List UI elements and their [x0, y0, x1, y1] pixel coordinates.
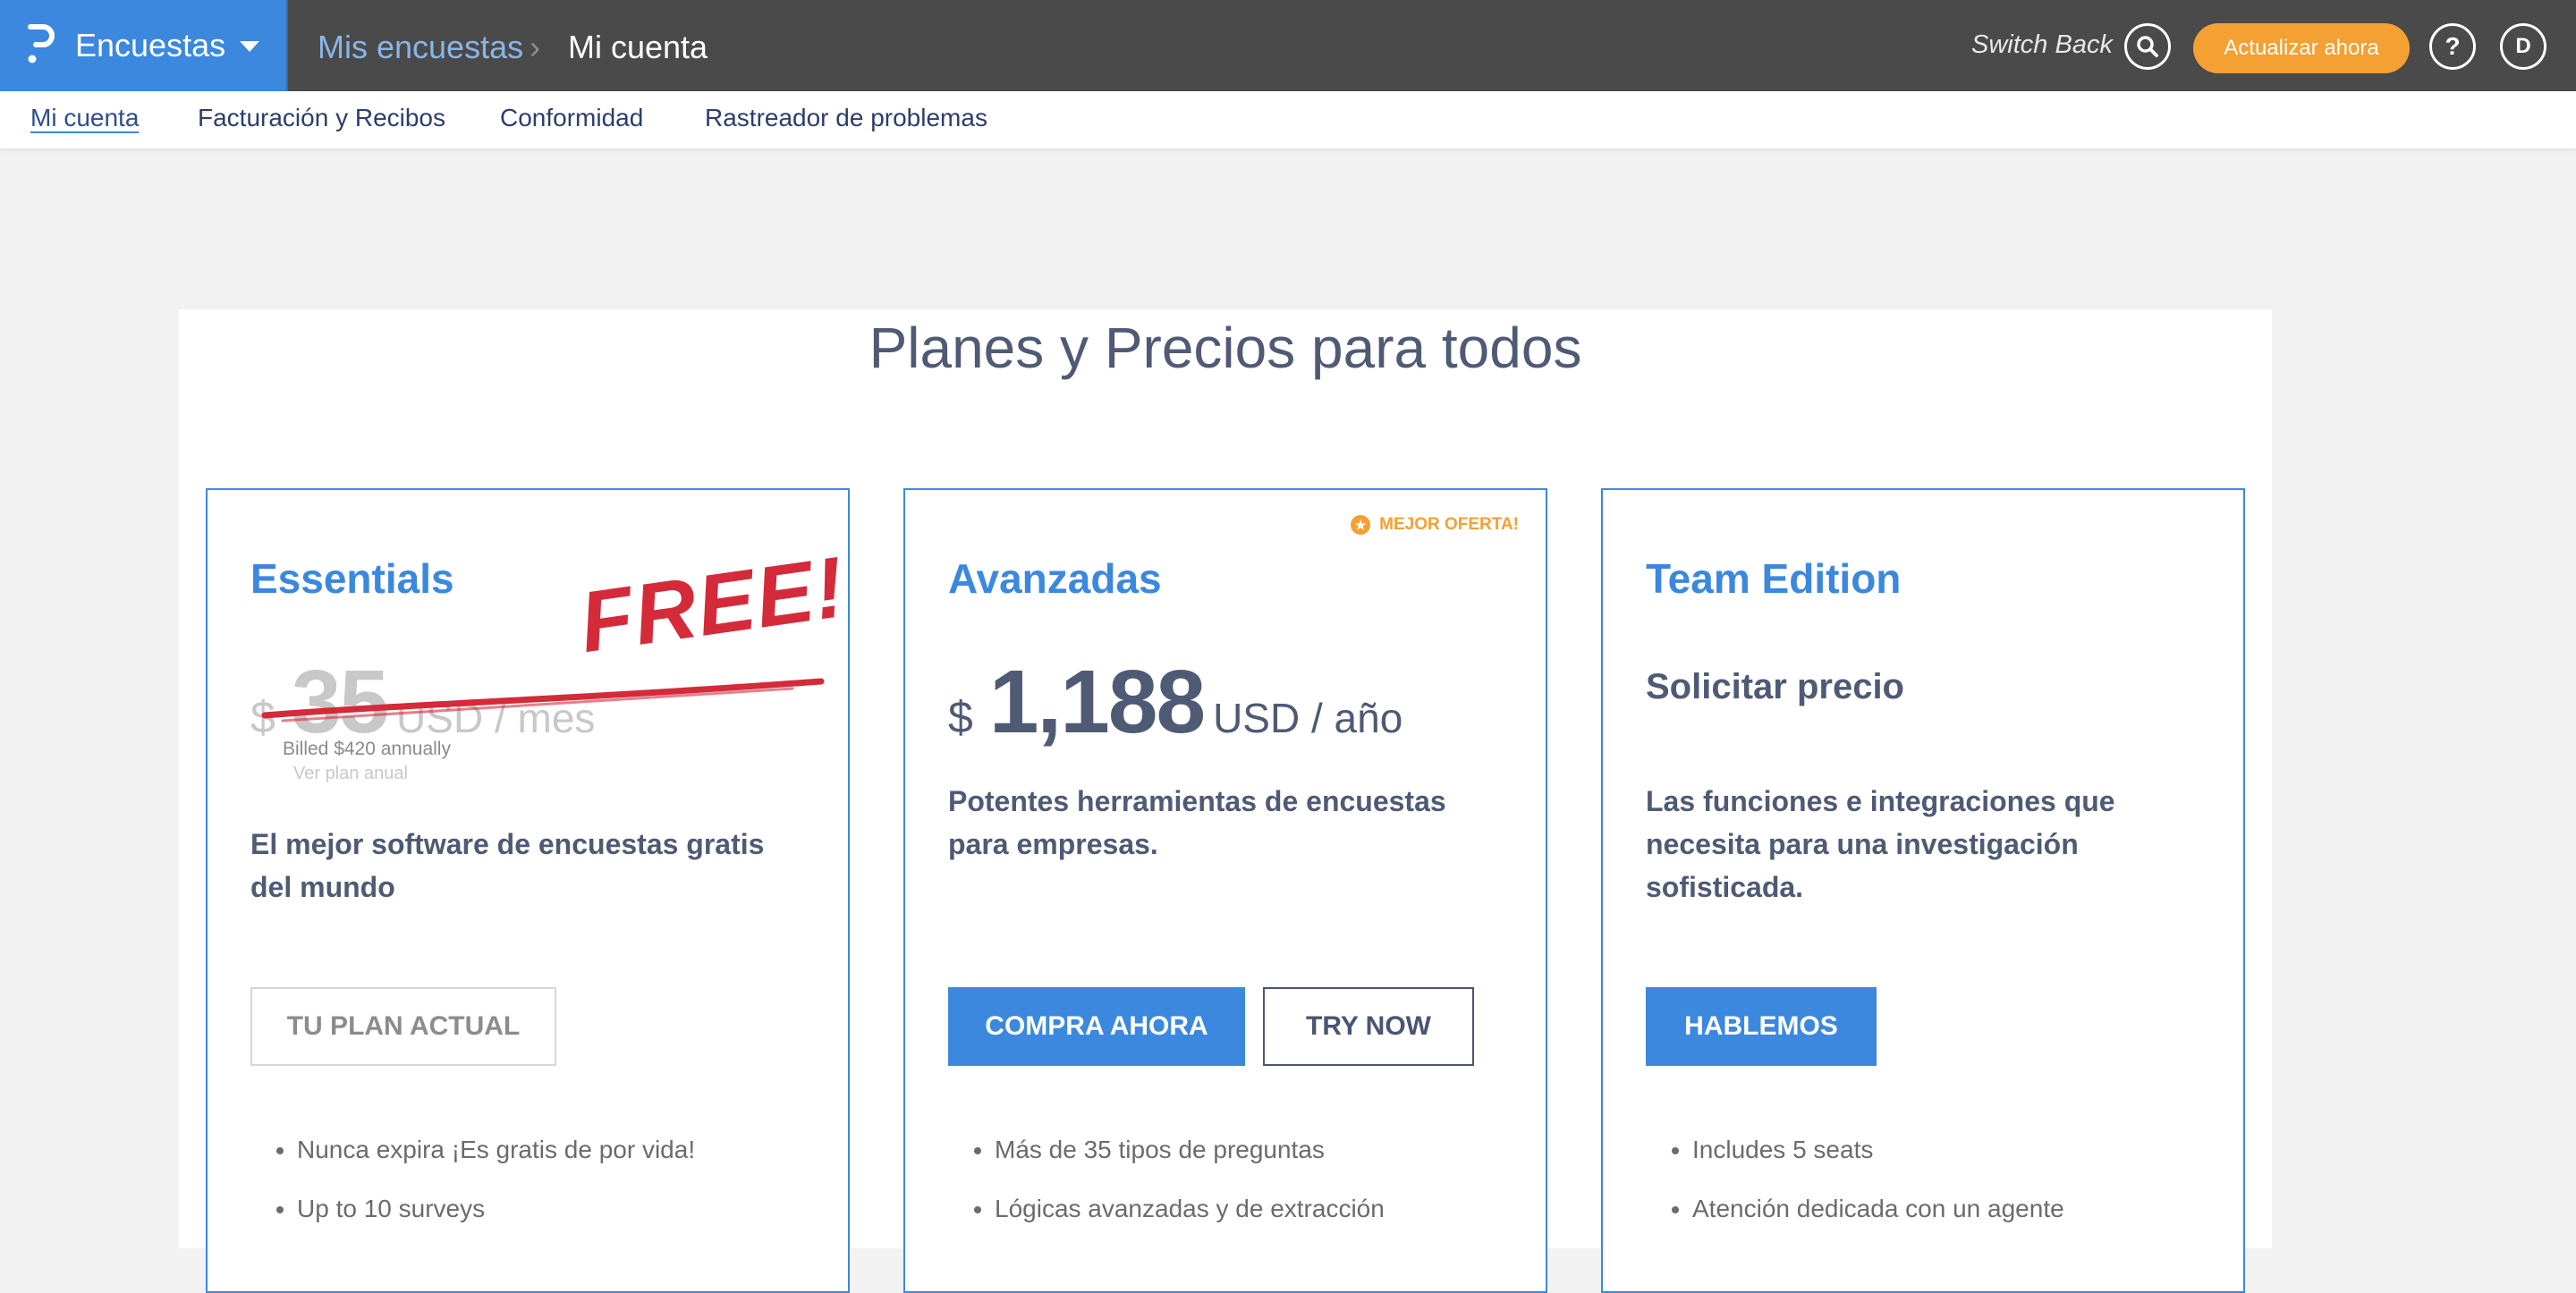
star-badge-icon: ★	[1351, 515, 1371, 535]
plan-description: Las funciones e integraciones que necesi…	[1646, 785, 2115, 903]
contact-sales-button[interactable]: HABLEMOS	[1646, 987, 1877, 1066]
best-offer-badge: ★ MEJOR OFERTA!	[1351, 515, 1519, 535]
account-subnav: Mi cuenta Facturación y Recibos Conformi…	[0, 91, 2576, 148]
plan-card-team-edition: Team Edition Solicitar precio Las funcio…	[1601, 488, 2245, 1293]
billed-note: Billed $420 annually	[283, 739, 451, 759]
plan-name: Essentials	[250, 555, 454, 602]
feature-list: Más de 35 tipos de preguntas Lógicas ava…	[977, 1136, 1385, 1254]
plan-name: Avanzadas	[948, 555, 1162, 602]
try-now-button[interactable]: TRY NOW	[1263, 987, 1474, 1066]
plan-name: Team Edition	[1646, 555, 1902, 602]
app-logo-icon	[28, 24, 55, 63]
list-item: Up to 10 surveys	[297, 1195, 695, 1223]
tab-rastreador[interactable]: Rastreador de problemas	[705, 104, 987, 132]
list-item: Más de 35 tipos de preguntas	[995, 1136, 1385, 1164]
price-currency: $	[250, 692, 275, 742]
breadcrumb-parent[interactable]: Mis encuestas	[318, 29, 523, 66]
app-switcher[interactable]: Encuestas	[0, 0, 288, 91]
current-plan-button: TU PLAN ACTUAL	[250, 987, 556, 1066]
feature-list: Nunca expira ¡Es gratis de por vida! Up …	[279, 1136, 695, 1254]
avatar-initial: D	[2515, 34, 2531, 58]
view-annual-link[interactable]: Ver plan anual	[293, 764, 408, 784]
best-offer-label: MEJOR OFERTA!	[1379, 515, 1519, 534]
help-icon: ?	[2445, 32, 2461, 60]
tab-mi-cuenta[interactable]: Mi cuenta	[30, 104, 139, 132]
tab-conformidad[interactable]: Conformidad	[500, 104, 643, 132]
page-title: Planes y Precios para todos	[869, 316, 1582, 380]
plan-description: Potentes herramientas de encuestas para …	[948, 785, 1446, 860]
price-unit: USD / año	[1213, 695, 1403, 741]
breadcrumb-separator-icon: ›	[530, 29, 540, 65]
free-stamp: FREE!	[573, 538, 852, 672]
price-currency: $	[948, 692, 973, 742]
plan-description: El mejor software de encuestas gratis de…	[250, 828, 765, 903]
app-name: Encuestas	[75, 27, 226, 63]
list-item: Nunca expira ¡Es gratis de por vida!	[297, 1136, 695, 1164]
search-button[interactable]	[2124, 23, 2171, 70]
chevron-down-icon	[240, 41, 259, 52]
plan-price: $ 1,188 USD / año	[948, 651, 1402, 754]
list-item: Atención dedicada con un agente	[1692, 1195, 2064, 1223]
switch-back-link[interactable]: Switch Back	[1971, 30, 2113, 60]
request-price-label: Solicitar precio	[1646, 667, 1904, 706]
plan-card-avanzadas: ★ MEJOR OFERTA! Avanzadas $ 1,188 USD / …	[903, 488, 1547, 1293]
search-icon	[2137, 36, 2158, 57]
upgrade-button[interactable]: Actualizar ahora	[2193, 23, 2410, 73]
tab-facturacion[interactable]: Facturación y Recibos	[198, 104, 445, 132]
feature-list: Includes 5 seats Atención dedicada con u…	[1674, 1136, 2064, 1254]
top-bar: Encuestas Mis encuestas › Mi cuenta Swit…	[0, 0, 2576, 91]
price-amount: 1,188	[988, 652, 1206, 752]
buy-now-button[interactable]: COMPRA AHORA	[948, 987, 1245, 1066]
list-item: Lógicas avanzadas y de extracción	[995, 1195, 1385, 1223]
breadcrumb-current: Mi cuenta	[568, 29, 708, 65]
avatar[interactable]: D	[2500, 23, 2546, 70]
list-item: Includes 5 seats	[1692, 1136, 2064, 1164]
plan-card-essentials: Essentials $ 35 USD / mes FREE! Billed $…	[206, 488, 852, 1293]
help-button[interactable]: ?	[2429, 23, 2476, 70]
price-unit: USD / mes	[396, 695, 596, 741]
